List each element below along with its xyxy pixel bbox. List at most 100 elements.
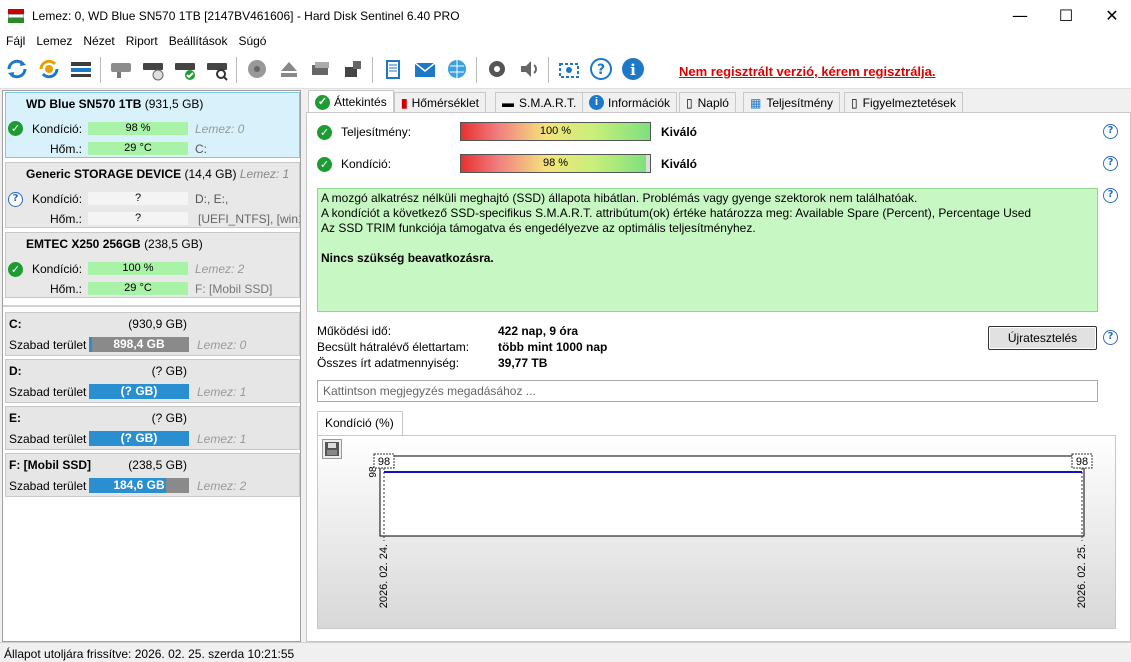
uptime-value: 422 nap, 9 óra bbox=[498, 324, 579, 338]
chart-icon: ▦ bbox=[750, 95, 762, 110]
health-bar: 98 % bbox=[460, 154, 651, 173]
disk-icon[interactable] bbox=[108, 56, 134, 82]
screenshot-icon[interactable] bbox=[556, 56, 582, 82]
volume-item[interactable]: C: (930,9 GB) Szabad terület 898,4 GB Le… bbox=[5, 312, 300, 356]
status-text: A kondíciót a következő SSD-specifikus S… bbox=[321, 206, 1032, 220]
health-label: Kondíció: bbox=[341, 157, 392, 171]
disk-check-icon[interactable] bbox=[172, 56, 198, 82]
sound-icon[interactable] bbox=[516, 56, 542, 82]
remaining-life-label: Becsült hátralévő élettartam: bbox=[317, 340, 470, 354]
menu-disk[interactable]: Lemez bbox=[36, 34, 72, 48]
disk-search-icon[interactable] bbox=[204, 56, 230, 82]
chart-tab[interactable]: Kondíció (%) bbox=[317, 411, 403, 435]
menu-help[interactable]: Súgó bbox=[238, 34, 266, 48]
condition-label: Kondíció: bbox=[32, 262, 83, 276]
ok-check-icon: ✓ bbox=[317, 125, 332, 140]
settings-gear-icon[interactable] bbox=[484, 56, 510, 82]
tab-overview[interactable]: ✓ Áttekintés bbox=[308, 90, 394, 113]
temp-label: Hőm.: bbox=[50, 282, 83, 296]
report-icon[interactable] bbox=[380, 56, 406, 82]
free-space-label: Szabad terület bbox=[9, 479, 87, 493]
condition-label: Kondíció: bbox=[32, 122, 83, 136]
disk-item[interactable]: Generic STORAGE DEVICE (14,4 GB) Lemez: … bbox=[5, 162, 300, 228]
temp-bar: 29 °C bbox=[88, 142, 188, 155]
volume-item[interactable]: D: (? GB) Szabad terület (? GB) Lemez: 1 bbox=[5, 359, 300, 403]
help-icon[interactable]: ? bbox=[1103, 188, 1118, 203]
disk-volumes: C: bbox=[195, 142, 207, 156]
chart-svg: 98982026. 02. 24.982026. 02. 25. bbox=[368, 453, 1093, 608]
minimize-button[interactable]: — bbox=[997, 0, 1043, 31]
info-icon[interactable]: i bbox=[620, 56, 646, 82]
condition-bar: ? bbox=[88, 192, 188, 205]
drive-icon[interactable] bbox=[308, 56, 334, 82]
x-tick-label: 2026. 02. 24. bbox=[378, 544, 390, 608]
note-input[interactable]: Kattintson megjegyzés megadásához ... bbox=[317, 380, 1098, 402]
refresh-icon[interactable] bbox=[4, 56, 30, 82]
volume-size: (238,5 GB) bbox=[128, 458, 187, 472]
help-icon[interactable]: ? bbox=[588, 56, 614, 82]
refresh-all-icon[interactable] bbox=[36, 56, 62, 82]
disk-list-icon[interactable] bbox=[68, 56, 94, 82]
svg-text:?: ? bbox=[597, 62, 605, 78]
free-space-label: Szabad terület bbox=[9, 432, 87, 446]
menu-bar: Fájl Lemez Nézet Riport Beállítások Súgó bbox=[0, 31, 1131, 51]
close-button[interactable]: ✕ bbox=[1089, 0, 1131, 31]
menu-report[interactable]: Riport bbox=[126, 34, 158, 48]
status-action: Nincs szükség beavatkozásra. bbox=[321, 251, 494, 265]
disk-item[interactable]: WD Blue SN570 1TB (931,5 GB) ✓ Kondíció:… bbox=[5, 92, 300, 158]
alerts-icon: ▯ bbox=[851, 95, 858, 110]
plot-area bbox=[379, 455, 1085, 537]
volume-name: C: bbox=[9, 317, 22, 331]
performance-bar: 100 % bbox=[460, 122, 651, 141]
external-drive-icon[interactable] bbox=[340, 56, 366, 82]
help-icon[interactable]: ? bbox=[1103, 124, 1118, 139]
tab-label: Információk bbox=[608, 95, 671, 110]
volume-item[interactable]: E: (? GB) Szabad terület (? GB) Lemez: 1 bbox=[5, 406, 300, 450]
disk-schedule-icon[interactable] bbox=[140, 56, 166, 82]
tab-temperature[interactable]: ▮ Hőmérséklet bbox=[394, 92, 486, 112]
free-space-bar: (? GB) bbox=[89, 384, 189, 399]
title-bar: Lemez: 0, WD Blue SN570 1TB [2147BV46160… bbox=[0, 0, 1131, 31]
document-icon: ▯ bbox=[686, 95, 693, 110]
ok-check-icon: ✓ bbox=[315, 94, 330, 110]
ok-check-icon: ✓ bbox=[8, 121, 23, 136]
menu-settings[interactable]: Beállítások bbox=[169, 34, 228, 48]
unregistered-link[interactable]: Nem regisztrált verzió, kérem regisztrál… bbox=[679, 64, 936, 79]
volume-size: (? GB) bbox=[151, 411, 187, 425]
email-icon[interactable] bbox=[412, 56, 438, 82]
volume-size: (? GB) bbox=[151, 364, 187, 378]
disk-item[interactable]: EMTEC X250 256GB (238,5 GB) ✓ Kondíció: … bbox=[5, 232, 300, 298]
condition-label: Kondíció: bbox=[32, 192, 83, 206]
written-data-label: Összes írt adatmennyiség: bbox=[317, 356, 460, 370]
condition-bar: 100 % bbox=[88, 262, 188, 275]
volume-disk: Lemez: 1 bbox=[197, 432, 247, 446]
tab-log[interactable]: ▯ Napló bbox=[679, 92, 736, 112]
tab-information[interactable]: i Információk bbox=[582, 92, 678, 112]
surface-test-icon[interactable] bbox=[244, 56, 270, 82]
maximize-button[interactable]: ☐ bbox=[1043, 0, 1089, 31]
tab-label: Figyelmeztetések bbox=[862, 95, 956, 110]
tab-label: Teljesítmény bbox=[766, 95, 834, 110]
help-icon[interactable]: ? bbox=[1103, 156, 1118, 171]
eject-icon[interactable] bbox=[276, 56, 302, 82]
menu-file[interactable]: Fájl bbox=[6, 34, 25, 48]
help-icon[interactable]: ? bbox=[1103, 330, 1118, 345]
free-space-bar: 898,4 GB bbox=[89, 337, 189, 352]
disk-name: Generic STORAGE DEVICE (14,4 GB) Lemez: … bbox=[26, 167, 290, 181]
uptime-label: Működési idő: bbox=[317, 324, 392, 338]
web-icon[interactable] bbox=[444, 56, 470, 82]
tab-performance[interactable]: ▦ Teljesítmény bbox=[743, 92, 841, 112]
menu-view[interactable]: Nézet bbox=[83, 34, 114, 48]
tab-smart[interactable]: ▬ S.M.A.R.T. bbox=[495, 92, 584, 112]
tab-label: Hőmérséklet bbox=[411, 95, 479, 110]
x-tick-label: 2026. 02. 25. bbox=[1076, 544, 1088, 608]
volume-size: (930,9 GB) bbox=[128, 317, 187, 331]
volume-disk: Lemez: 1 bbox=[197, 385, 247, 399]
disk-number: Lemez: 2 bbox=[195, 262, 245, 276]
volume-item[interactable]: F: [Mobil SSD] (238,5 GB) Szabad terület… bbox=[5, 453, 300, 497]
tab-alerts[interactable]: ▯ Figyelmeztetések bbox=[844, 92, 963, 112]
volume-disk: Lemez: 2 bbox=[197, 479, 247, 493]
retest-button[interactable]: Újratesztelés bbox=[988, 326, 1097, 350]
condition-chart: 98 98 2026. 02. 24. 98 2026. 02. 25. bbox=[317, 435, 1116, 629]
free-space-bar: (? GB) bbox=[89, 431, 189, 446]
